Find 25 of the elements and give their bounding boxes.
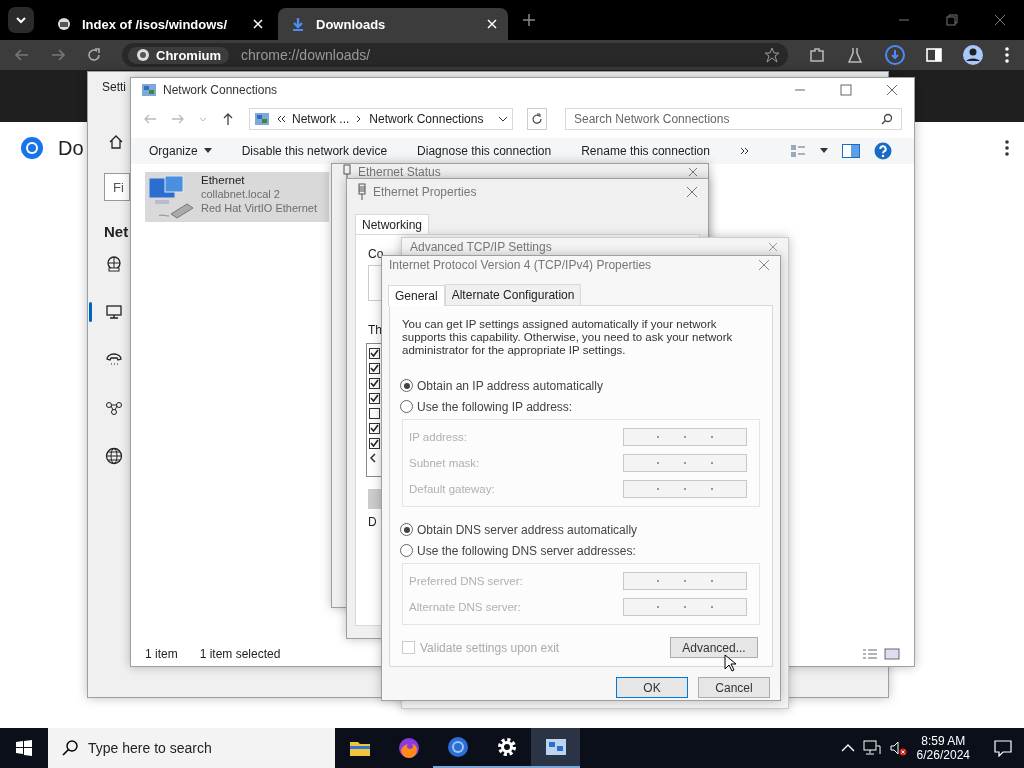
- window-title: Setti: [102, 80, 126, 94]
- window-title: Network Connections: [163, 83, 278, 97]
- field-label: IP address:: [409, 431, 467, 443]
- field-label: Th: [368, 323, 382, 337]
- section-heading: Net: [104, 223, 130, 240]
- field-label: Default gateway:: [409, 483, 495, 495]
- status-text: 1 item selected: [199, 647, 281, 661]
- window-title: Advanced TCP/IP Settings: [410, 240, 552, 254]
- field-label: D: [368, 515, 377, 529]
- window-title: Ethernet Status: [358, 165, 441, 179]
- adapter-name: Ethernet: [201, 174, 246, 186]
- window-title: Ethernet Properties: [373, 185, 477, 199]
- description-text: You can get IP settings assigned automatically if your network supports this capability. Otherwise, you need to ask your network administrator for the appropriate IP settings.: [402, 318, 734, 357]
- network-name: collabnet.local 2: [201, 188, 281, 200]
- field-label: Subnet mask:: [409, 457, 480, 469]
- adapter-model: Red Hat VirtIO Ethernet: [201, 202, 317, 214]
- field-label: Alternate DNS server:: [409, 601, 521, 613]
- field-label: Preferred DNS server:: [409, 575, 523, 587]
- url-text: chrome://downloads/: [241, 47, 372, 63]
- window-title: Internet Protocol Version 4 (TCP/IPv4) Properties: [389, 258, 652, 272]
- page-heading: Do: [58, 136, 84, 160]
- site-label: Chromium: [156, 47, 221, 63]
- tab-title: Downloads: [316, 16, 387, 32]
- tab-title: Index of /isos/windows/: [82, 16, 229, 32]
- status-text: 1 item: [145, 647, 178, 661]
